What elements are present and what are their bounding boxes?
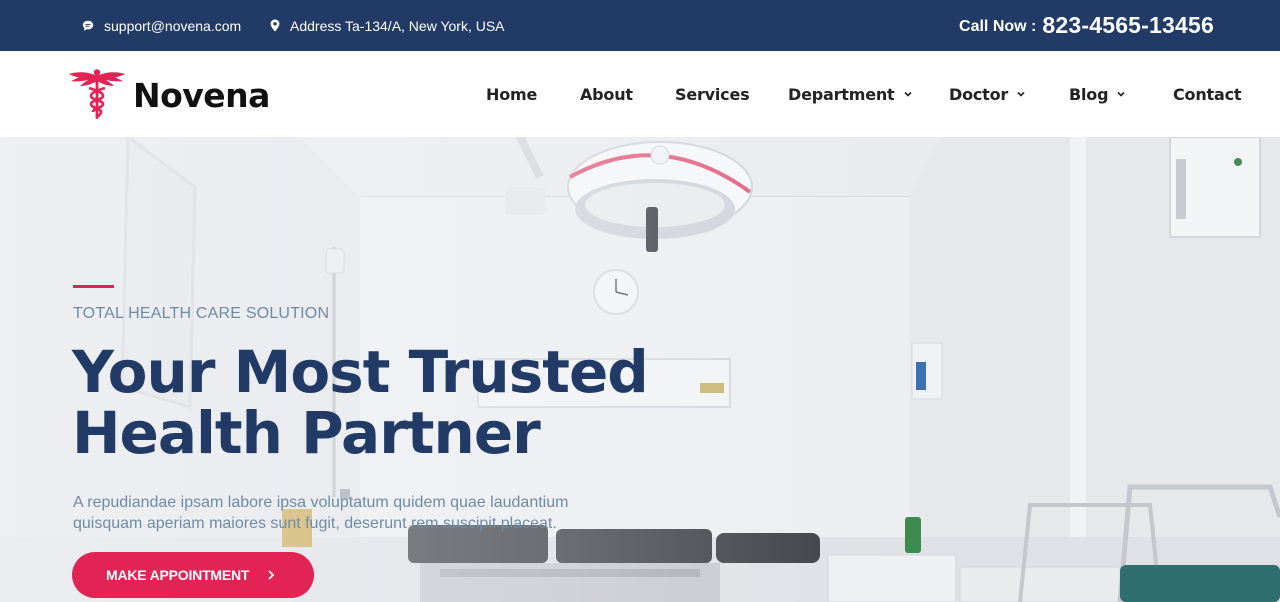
map-pin-icon xyxy=(270,19,280,32)
nav-label: About xyxy=(580,84,633,104)
nav-item-about[interactable]: About xyxy=(580,51,633,137)
call-now[interactable]: Call Now : 823-4565-13456 xyxy=(959,0,1214,51)
nav-label: Doctor xyxy=(949,84,1009,104)
nav-item-department[interactable]: Department xyxy=(788,51,913,137)
nav-item-home[interactable]: Home xyxy=(486,51,537,137)
nav-item-services[interactable]: Services xyxy=(675,51,750,137)
site-header: Novena Home About Services Department Do… xyxy=(0,51,1280,137)
chevron-right-icon xyxy=(268,570,275,580)
nav-label: Blog xyxy=(1069,84,1109,104)
nav-item-doctor[interactable]: Doctor xyxy=(949,51,1026,137)
headline-line-2: Health Partner xyxy=(72,399,541,467)
call-label: Call Now : xyxy=(959,18,1037,35)
address-text: Address Ta-134/A, New York, USA xyxy=(290,17,505,34)
hero-section: TOTAL HEALTH CARE SOLUTION Your Most Tru… xyxy=(0,137,1280,602)
address-contact: Address Ta-134/A, New York, USA xyxy=(270,0,505,51)
email-text: support@novena.com xyxy=(104,17,242,34)
chevron-down-icon xyxy=(903,91,912,97)
make-appointment-button[interactable]: MAKE APPOINTMENT xyxy=(72,552,314,598)
nav-label: Services xyxy=(675,84,750,104)
chevron-down-icon xyxy=(1017,91,1025,97)
call-number[interactable]: 823-4565-13456 xyxy=(1042,12,1214,39)
top-bar: support@novena.com Address Ta-134/A, New… xyxy=(0,0,1280,51)
hero-headline: Your Most Trusted Health Partner xyxy=(72,342,692,464)
headline-line-1: Your Most Trusted xyxy=(72,338,649,406)
nav-item-contact[interactable]: Contact xyxy=(1173,51,1242,137)
accent-divider xyxy=(73,285,114,288)
hero-tagline: TOTAL HEALTH CARE SOLUTION xyxy=(73,305,330,322)
nav-label: Department xyxy=(788,84,895,104)
cta-label: MAKE APPOINTMENT xyxy=(106,567,250,583)
nav-label: Contact xyxy=(1173,84,1242,104)
nav-label: Home xyxy=(486,84,538,104)
email-contact[interactable]: support@novena.com xyxy=(82,0,241,51)
chat-bubble-icon xyxy=(82,20,94,31)
nav-item-blog[interactable]: Blog xyxy=(1069,51,1126,137)
chevron-down-icon xyxy=(1117,91,1125,97)
hero-description: A repudiandae ipsam labore ipsa voluptat… xyxy=(73,494,569,532)
main-nav: Home About Services Department Doctor Bl… xyxy=(0,51,1280,137)
